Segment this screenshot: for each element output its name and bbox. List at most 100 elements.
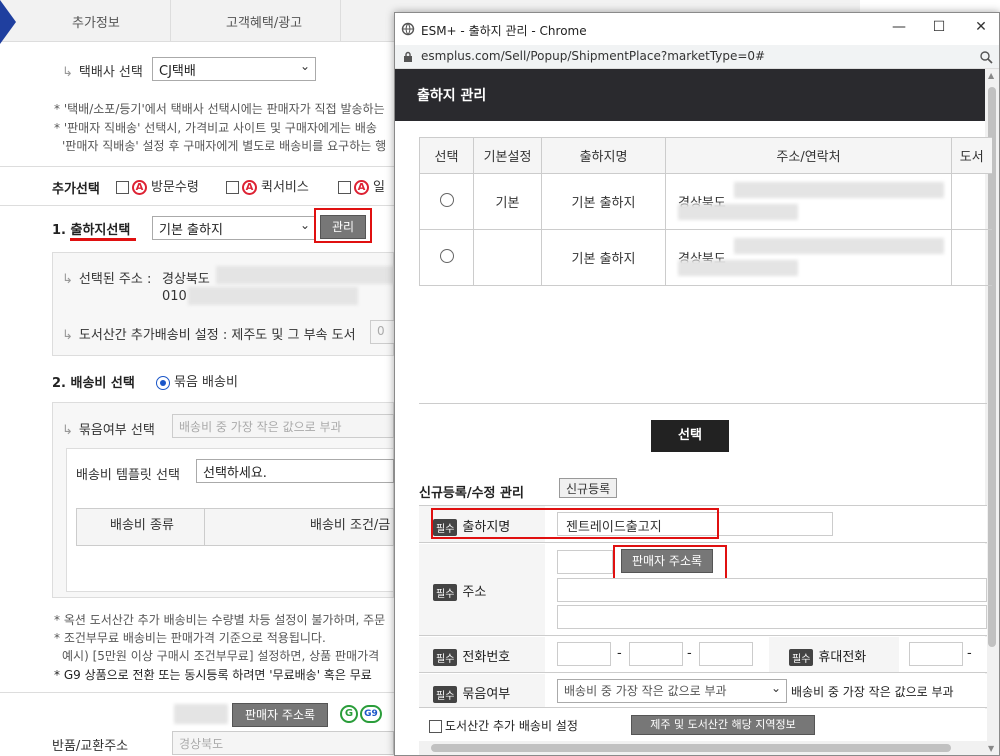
divider <box>0 166 394 167</box>
register-title: 신규등록/수정 관리 <box>419 486 524 501</box>
selected-address-value: 경상북도 <box>162 272 210 287</box>
option-quick-service[interactable]: A 퀵서비스 <box>226 176 309 195</box>
step-divider <box>170 0 171 42</box>
auction-icon: A <box>354 180 369 195</box>
option-other[interactable]: A일 <box>338 176 385 195</box>
zipcode-input[interactable] <box>557 550 613 574</box>
phone-input-1[interactable] <box>557 642 611 666</box>
checkbox[interactable] <box>116 181 129 194</box>
phone-input-3[interactable] <box>699 642 753 666</box>
phone-input-2[interactable] <box>629 642 683 666</box>
shipping-place-select[interactable]: 기본 출하지 ⌄ <box>152 216 316 240</box>
shipping-place-label: 1. 출하지선택 <box>52 223 131 238</box>
redacted-text <box>216 266 396 284</box>
step-additional-info[interactable]: 추가정보 <box>72 12 120 31</box>
template-select[interactable]: 선택하세요. <box>196 459 394 483</box>
fee-type-header: 배송비 종류 <box>110 518 174 533</box>
checkbox[interactable] <box>429 720 442 733</box>
chevron-down-icon: ⌄ <box>299 59 310 73</box>
manage-button[interactable]: 관리 <box>320 215 366 239</box>
row-radio[interactable] <box>439 248 454 263</box>
new-register-button[interactable]: 신규등록 <box>559 478 618 498</box>
g-market-icon: G <box>340 705 358 723</box>
checkbox[interactable] <box>338 181 351 194</box>
col-select: 선택 <box>419 137 474 174</box>
horizontal-scrollbar[interactable] <box>419 741 987 755</box>
shipment-name-input[interactable]: 젠트레이드출고지 <box>557 512 833 536</box>
maximize-icon[interactable]: ☐ <box>929 19 949 35</box>
divider <box>204 508 205 546</box>
shipment-place-popup: ESM+ - 출하지 관리 - Chrome — ☐ ✕ esmplus.com… <box>394 12 1000 756</box>
required-badge: 필수 <box>433 649 458 666</box>
col-name: 출하지명 <box>541 137 666 174</box>
auction-icon: A <box>132 180 147 195</box>
shipping-fee-label: 2. 배송비 선택 <box>52 376 135 391</box>
scroll-up-icon[interactable]: ▲ <box>988 71 994 80</box>
dash: - <box>967 646 972 661</box>
row-address: 경상북도 <box>665 229 952 286</box>
redacted-text <box>174 704 228 724</box>
checkbox[interactable] <box>226 181 239 194</box>
g9-icon: G9 <box>360 705 382 723</box>
scroll-down-icon[interactable]: ▼ <box>988 744 994 753</box>
chevron-down-icon: ⌄ <box>299 218 310 232</box>
return-address-label: 반품/교환주소 <box>52 739 129 754</box>
table-row: 기본 기본 출하지 경상북도 <box>419 173 992 230</box>
dash: - <box>687 646 692 661</box>
note-direct-delivery-2: '판매자 직배송' 설정 후 구매자에게 별도로 배송비를 요구하는 행 <box>62 139 387 153</box>
address-label: 필수 주소 <box>433 581 486 601</box>
minimize-icon[interactable]: — <box>889 19 909 35</box>
selected-address-label: ↳ 선택된 주소 : <box>62 272 152 287</box>
mobile-input-1[interactable] <box>909 642 963 666</box>
lock-icon <box>404 51 412 62</box>
col-island: 도서 <box>951 137 992 174</box>
courier-select[interactable]: CJ택배 ⌄ <box>152 57 316 81</box>
step-customer-benefit[interactable]: 고객혜택/광고 <box>226 12 302 31</box>
chevron-down-icon: ⌄ <box>770 681 781 695</box>
address-input-1[interactable] <box>557 578 987 602</box>
divider <box>419 403 987 404</box>
island-info-button[interactable]: 제주 및 도서산간 해당 지역정보 <box>631 715 815 735</box>
selected-phone-value: 010 <box>162 289 187 304</box>
zoom-icon[interactable] <box>979 50 993 64</box>
required-badge: 필수 <box>433 519 458 536</box>
popup-header: 출하지 관리 <box>395 69 987 121</box>
row-name: 기본 출하지 <box>541 229 666 286</box>
auction-icon: A <box>242 180 257 195</box>
address-input-2[interactable] <box>557 605 987 629</box>
shipment-place-table: 선택 기본설정 출하지명 주소/연락처 도서 기본 기본 출하지 경상북도 기본… <box>419 137 992 286</box>
row-radio[interactable] <box>439 192 454 207</box>
bundle-label: ↳ 묶음여부 선택 <box>62 423 155 438</box>
close-icon[interactable]: ✕ <box>971 19 991 35</box>
required-badge: 필수 <box>789 649 814 666</box>
window-titlebar: ESM+ - 출하지 관리 - Chrome — ☐ ✕ <box>395 13 999 45</box>
name-label: 필수 출하지명 <box>433 516 510 536</box>
note-g9: * G9 상품으로 전환 또는 동시등록 하려면 '무료배송' 혹은 무료 <box>54 668 372 682</box>
note-example: 예시) [5만원 이상 구매시 조건부무료] 설정하면, 상품 판매가격 <box>62 649 380 663</box>
divider <box>0 205 394 206</box>
option-visit-pickup[interactable]: A 방문수령 <box>116 176 199 195</box>
address-bar[interactable]: esmplus.com/Sell/Popup/ShipmentPlace?mar… <box>395 45 999 69</box>
row-name: 기본 출하지 <box>541 173 666 230</box>
divider <box>0 692 394 693</box>
phone-label: 필수 전화번호 <box>433 646 510 666</box>
bundle-description: 배송비 중 가장 작은 값으로 부과 <box>791 685 954 699</box>
required-badge: 필수 <box>433 584 458 601</box>
seller-addressbook-button[interactable]: 판매자 주소록 <box>621 549 713 573</box>
note-direct-delivery: * '판매자 직배송' 선택시, 가격비교 사이트 및 구매자에게는 배송 <box>54 121 377 135</box>
bundle-select[interactable]: 배송비 중 가장 작은 값으로 부과 <box>172 414 394 438</box>
seller-addressbook-button[interactable]: 판매자 주소록 <box>232 703 328 727</box>
select-button[interactable]: 선택 <box>651 420 729 452</box>
table-row: 기본 출하지 경상북도 <box>419 229 992 286</box>
dash: - <box>617 646 622 661</box>
required-badge: 필수 <box>433 686 458 703</box>
bundle-shipping-radio[interactable]: 묶음 배송비 <box>156 371 238 390</box>
bundle-select[interactable]: 배송비 중 가장 작은 값으로 부과 ⌄ <box>557 679 787 703</box>
island-checkbox-label[interactable]: 도서산간 추가 배송비 설정 <box>429 717 578 734</box>
col-default: 기본설정 <box>473 137 542 174</box>
return-address-input[interactable]: 경상북도 <box>172 731 394 755</box>
row-default <box>473 229 542 286</box>
scroll-thumb[interactable] <box>431 744 951 752</box>
template-label: 배송비 템플릿 선택 <box>76 468 180 483</box>
row-default: 기본 <box>473 173 542 230</box>
